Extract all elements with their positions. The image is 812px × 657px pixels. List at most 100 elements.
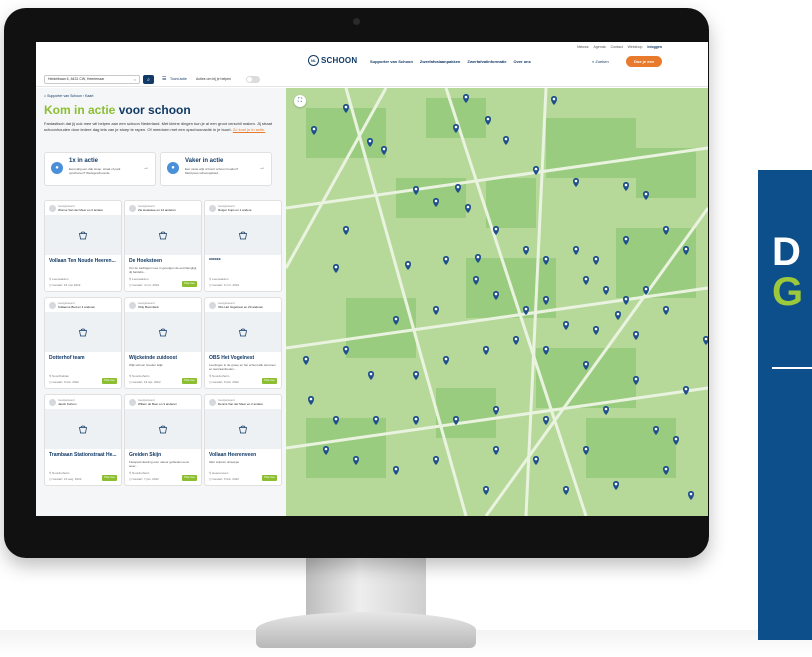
action-card[interactable]: Georganiseerd Oldy Boomberk Wijckeinde zui…	[124, 297, 202, 389]
marker-dot	[494, 227, 498, 231]
nav-informatie[interactable]: Zwerfafvalinformatie	[467, 59, 506, 64]
card-date-text: Gestart: 4 mrt. 2022	[132, 283, 160, 287]
title-main: Kom in actie	[44, 103, 119, 117]
map-marker[interactable]	[593, 326, 599, 335]
map-marker[interactable]	[413, 371, 419, 380]
help-button[interactable]: Help mee	[182, 281, 197, 287]
action-card[interactable]: Georganiseerd Kollaeme Bud en 4 anderen Do…	[44, 297, 122, 389]
search-link[interactable]: ⌕ Zoeken	[592, 59, 609, 64]
clear-icon[interactable]: ×	[134, 76, 136, 83]
location-search-button[interactable]: ⌕	[143, 75, 154, 84]
marker-pin	[433, 306, 439, 315]
map-marker[interactable]	[483, 486, 489, 495]
help-button[interactable]: Help mee	[102, 378, 117, 384]
map-canvas[interactable]	[286, 88, 708, 516]
filter-label[interactable]: Toont actie	[170, 77, 187, 81]
marker-pin	[688, 491, 694, 500]
map-marker[interactable]	[573, 246, 579, 255]
map-marker[interactable]	[623, 182, 629, 191]
map-marker[interactable]	[583, 276, 589, 285]
action-card[interactable]: Georganiseerd Obs Het Vogelnest en 20 and…	[204, 297, 282, 389]
help-button[interactable]: Help mee	[262, 378, 277, 384]
map-marker[interactable]	[493, 446, 499, 455]
map-marker[interactable]	[615, 311, 621, 320]
card-location: ⚲ Noorderhelm	[49, 471, 70, 475]
location-input[interactable]: Heidelbaan 6, 6431 CW, Heerlenaar ×	[44, 75, 140, 84]
marker-dot	[374, 417, 378, 421]
fullscreen-icon[interactable]: ⛶	[294, 95, 306, 107]
map-marker[interactable]	[343, 226, 349, 235]
map-marker[interactable]	[613, 481, 619, 490]
breadcrumb-text: Supporter van Schoon › Kaart	[47, 94, 94, 98]
map-marker[interactable]	[433, 306, 439, 315]
map[interactable]: ⛶	[286, 88, 708, 516]
card-location-text: Noorderhelm	[212, 374, 230, 378]
home-icon[interactable]: ⌂	[44, 94, 46, 98]
action-card[interactable]: Georganiseerd Jacob Kortum Trambaan Statio…	[44, 394, 122, 486]
map-marker[interactable]	[368, 371, 374, 380]
nav-aanpakken[interactable]: Zwerfafvalaanpakken	[420, 59, 460, 64]
map-marker[interactable]	[593, 256, 599, 265]
marker-pin	[483, 486, 489, 495]
map-marker[interactable]	[603, 406, 609, 415]
action-card[interactable]: Georganiseerd Wonne Van der Meer en 2 and…	[44, 200, 122, 292]
help-button[interactable]: Help mee	[182, 475, 197, 481]
map-marker[interactable]	[413, 416, 419, 425]
action-card[interactable]: Georganiseerd Dennis Van der Meer en 2 an…	[204, 394, 282, 486]
map-marker[interactable]	[308, 396, 314, 405]
map-marker[interactable]	[573, 178, 579, 187]
util-link-login[interactable]: Inloggen	[647, 45, 662, 49]
map-marker[interactable]	[563, 321, 569, 330]
marker-pin	[623, 296, 629, 305]
help-button[interactable]: Help mee	[262, 475, 277, 481]
util-link-agenda[interactable]: Agenda	[594, 45, 606, 49]
map-marker[interactable]	[523, 246, 529, 255]
map-marker[interactable]	[703, 336, 708, 345]
map-marker[interactable]	[543, 416, 549, 425]
map-marker[interactable]	[433, 456, 439, 465]
cta-button[interactable]: Doe je een	[626, 56, 662, 67]
card-image	[125, 409, 201, 449]
map-marker[interactable]	[563, 486, 569, 495]
util-link-contact[interactable]: Contact	[611, 45, 623, 49]
nav-supporter[interactable]: Supporter van Schoon	[370, 59, 413, 64]
map-marker[interactable]	[683, 386, 689, 395]
intro-link[interactable]: Zo kom je in actie.	[233, 127, 265, 132]
map-marker[interactable]	[551, 96, 557, 105]
marker-dot	[544, 257, 548, 261]
site-logo[interactable]: NL SCHOON	[308, 55, 357, 66]
map-marker[interactable]	[393, 466, 399, 475]
map-marker[interactable]	[533, 456, 539, 465]
map-marker[interactable]	[513, 336, 519, 345]
map-marker[interactable]	[663, 306, 669, 315]
map-marker[interactable]	[405, 261, 411, 270]
action-card-once[interactable]: ● 1x in actie Eenmalig een dak stoep, st…	[44, 152, 156, 186]
map-marker[interactable]	[443, 256, 449, 265]
map-marker[interactable]	[483, 346, 489, 355]
help-button[interactable]: Help mee	[182, 378, 197, 384]
filter-icon[interactable]: ☰	[162, 76, 166, 82]
map-marker[interactable]	[633, 331, 639, 340]
map-marker[interactable]	[443, 356, 449, 365]
marker-pin	[593, 256, 599, 265]
map-marker[interactable]	[688, 491, 694, 500]
map-marker[interactable]	[303, 356, 309, 365]
toggle-switch[interactable]	[246, 76, 260, 83]
map-marker[interactable]	[643, 191, 649, 200]
action-card[interactable]: Georganiseerd Zie Hoekstee en 14 anderen D…	[124, 200, 202, 292]
action-card[interactable]: Georganiseerd Willem de Boer en 3 anderen…	[124, 394, 202, 486]
util-link-webshop[interactable]: Webshop	[628, 45, 643, 49]
map-marker[interactable]	[503, 136, 509, 145]
nav-over-ons[interactable]: Over ons	[514, 59, 531, 64]
card-title: ******	[209, 258, 221, 264]
card-date: ◷ Gestart: 16 mei 2022	[49, 283, 81, 287]
util-link-news[interactable]: Nieuws	[577, 45, 588, 49]
map-marker[interactable]	[333, 264, 339, 273]
breadcrumb[interactable]: ⌂ Supporter van Schoon › Kaart	[44, 94, 93, 98]
action-card-often[interactable]: ● Vaker in actie Een vaste wijk of buurt…	[160, 152, 272, 186]
action-card[interactable]: Georganiseerd Rutger Kups en 1 andere ****…	[204, 200, 282, 292]
help-button[interactable]: Help mee	[102, 475, 117, 481]
marker-dot	[552, 97, 556, 101]
map-marker[interactable]	[623, 296, 629, 305]
map-marker[interactable]	[603, 286, 609, 295]
